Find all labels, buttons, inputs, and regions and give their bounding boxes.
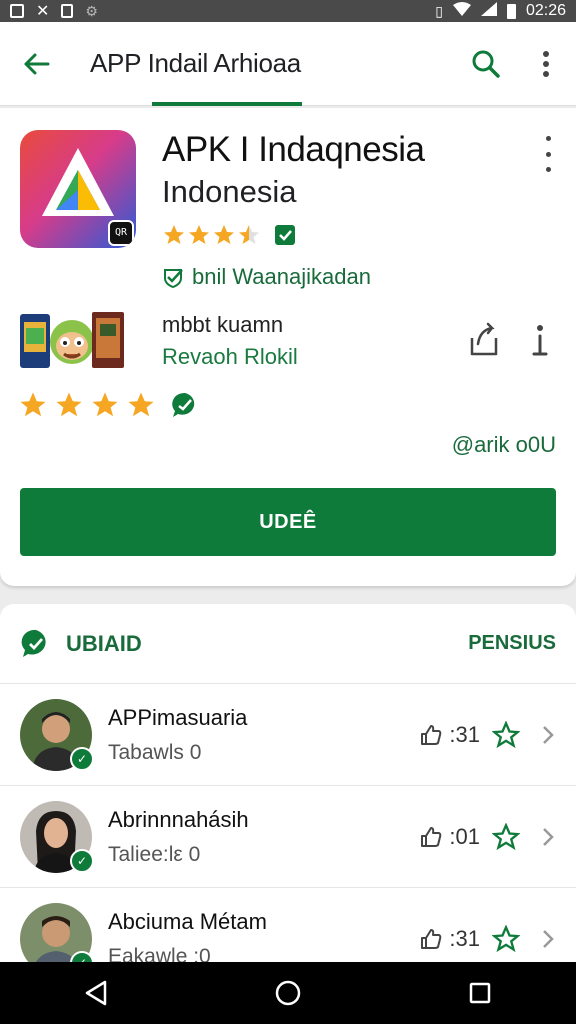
item-meta: :31 [419,924,520,953]
star-icon [128,392,154,417]
related-apps-images[interactable] [18,308,128,372]
circle-home-icon [275,980,301,1006]
nav-home-button[interactable] [268,973,308,1013]
related-link[interactable]: Revaoh Rlokil [162,344,298,370]
reviews-list-card: UBIAID PENSIUS ✓ APPimasuaria Tabawls 0 … [0,604,576,964]
chevron-right-icon [543,725,554,744]
image-notification-icon [10,4,24,18]
chat-check-icon [21,629,46,657]
item-name: Abciuma Métam [108,908,267,934]
developer-handle[interactable]: @arik o0U [452,432,556,458]
star-outline-icon[interactable] [492,720,520,749]
item-subtitle: Taliee:lε 0 [108,842,201,866]
item-subtitle: Tabawls 0 [108,740,202,764]
verified-badge-icon [275,225,295,245]
verified-check-icon: ✓ [70,746,94,771]
thumbs-up-icon [421,724,442,745]
chat-check-icon [172,392,195,417]
star-icon [20,392,46,417]
star-icon [56,392,82,417]
tab-indicator [152,102,302,106]
verified-check-icon: ✓ [70,848,94,873]
app-subtitle: Indonesia [162,174,297,209]
list-action-link[interactable]: PENSIUS [468,632,556,655]
list-item[interactable]: ✓ Abrinnnahásih Taliee:lε 0 :01 [0,786,576,888]
phone-notification-icon [61,4,74,18]
app-icon[interactable]: QR [20,130,136,248]
chevron-right-icon [543,929,554,948]
related-title: mbbt kuamn [162,312,284,337]
verified-row: bnil Waanajikadan [162,264,371,290]
list-item[interactable]: ✓ APPimasuaria Tabawls 0 :31 [0,684,576,786]
share-icon [470,322,498,356]
system-nav-bar [0,962,576,1024]
rating-stars [162,222,298,248]
card-menu-button[interactable] [536,136,560,172]
square-recents-icon [469,982,491,1004]
battery-icon [506,3,516,19]
list-title: UBIAID [66,630,142,656]
thumbs-up-icon [421,826,442,847]
search-icon [472,50,500,78]
item-name: APPimasuaria [108,704,248,730]
avatar: ✓ [20,698,94,771]
item-meta: :31 [419,720,520,749]
big-rating-stars [18,390,200,420]
nav-back-button[interactable] [76,973,116,1013]
item-count: :01 [449,823,480,849]
triangle-back-icon [85,980,107,1006]
search-button[interactable] [456,22,516,106]
close-notification-icon: ✕ [36,3,50,20]
app-bar-title: APP Indail Arhioaa [90,48,301,78]
app-bar: APP Indail Arhioaa [0,22,576,106]
related-apps-icon [20,312,124,368]
verified-text: bnil Waanajikadan [192,264,371,289]
signal-icon [480,2,497,20]
app-detail-card: QR APK I Indaqnesia Indonesia bnil Waana… [0,108,576,586]
shield-check-icon [164,269,183,288]
item-count: :31 [449,721,480,747]
back-button[interactable] [0,22,72,106]
primary-action-button[interactable]: UDEÊ [20,488,556,556]
settings-notification-icon: ⚙ [85,2,98,19]
chevron-right-icon [543,827,554,846]
share-button[interactable] [464,318,504,362]
star-half-icon [239,225,259,244]
item-name: Abrinnnahásih [108,806,249,832]
qr-badge: QR [108,220,134,246]
wifi-icon [452,2,471,20]
item-count: :31 [449,925,480,951]
overflow-menu-button[interactable] [516,22,576,106]
avatar: ✓ [20,800,94,873]
star-icon [164,225,184,244]
more-vert-icon [543,50,549,77]
star-outline-icon[interactable] [492,822,520,851]
info-button[interactable] [528,320,560,364]
info-icon [532,325,548,356]
status-bar: ✕ ⚙ ▯ 02:26 [0,0,576,22]
thumbs-up-icon [421,928,442,949]
avatar: ✓ [20,902,94,964]
list-item[interactable]: ✓ Abciuma Métam Eakawle :0 :31 [0,888,576,964]
star-icon [189,225,209,244]
list-header: UBIAID PENSIUS [0,604,576,684]
item-meta: :01 [419,822,520,851]
status-time: 02:26 [525,2,566,19]
star-icon [214,225,234,244]
star-outline-icon[interactable] [492,924,520,953]
nav-recents-button[interactable] [460,973,500,1013]
star-icon [92,392,118,417]
arrow-back-icon [24,53,50,74]
vibrate-icon: ▯ [435,2,443,19]
app-title: APK I Indaqnesia [162,130,425,169]
